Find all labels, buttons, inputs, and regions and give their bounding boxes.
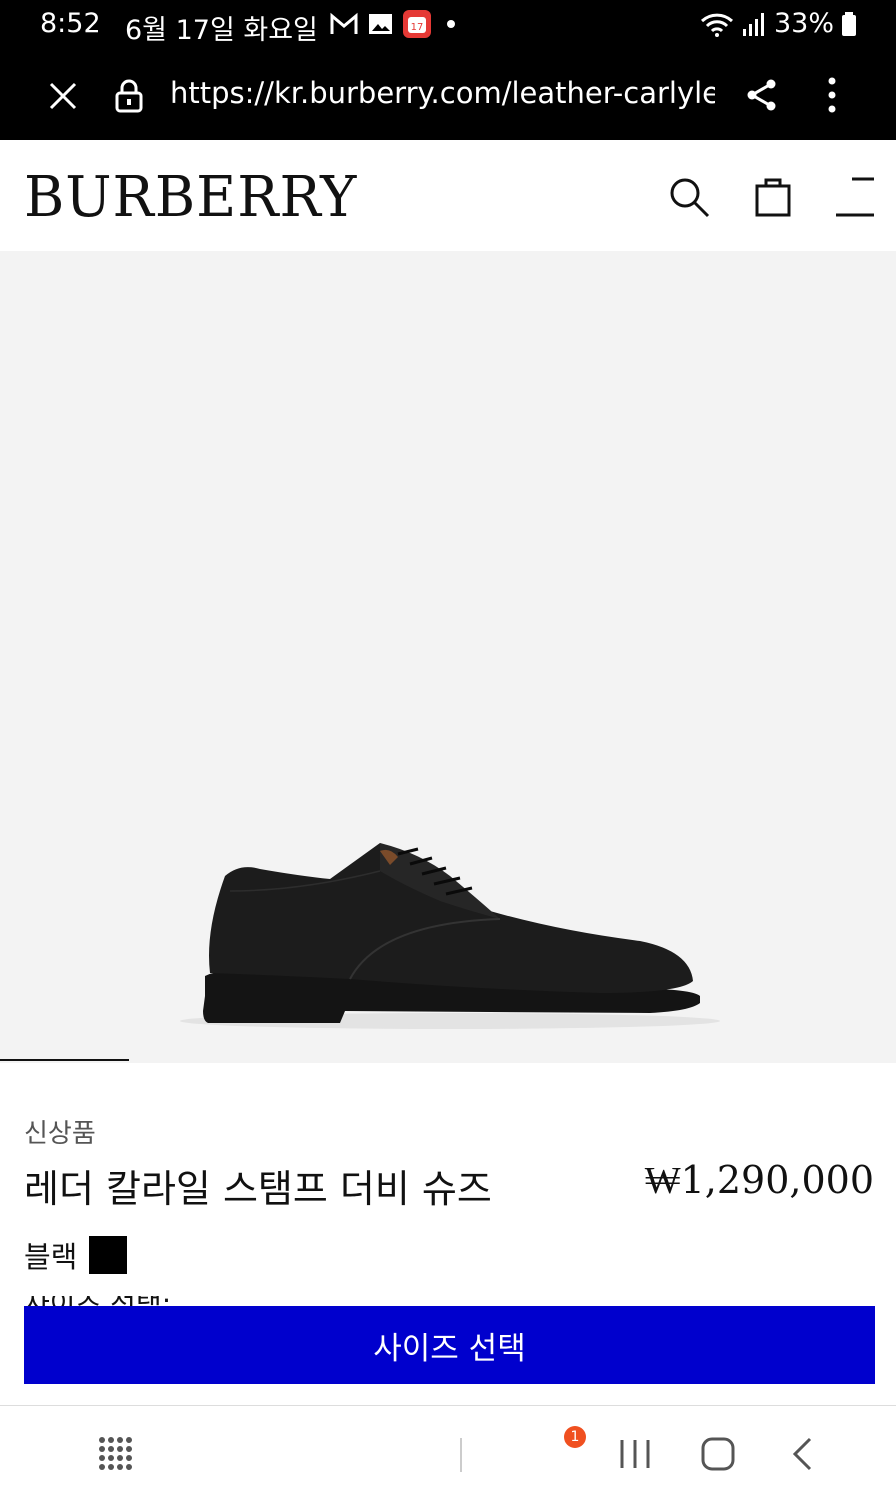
product-name: 레더 칼라일 스탬프 더비 슈즈	[24, 1167, 492, 1211]
color-label: 블랙	[24, 1240, 78, 1274]
browser-toolbar: https://kr.burberry.com/leather-carlyle-	[0, 50, 896, 140]
wifi-icon	[700, 13, 734, 37]
status-bar: 8:52 6월 17일 화요일 17 33%	[0, 0, 896, 50]
status-right: 33%	[700, 8, 856, 39]
color-selector[interactable]: 블랙	[24, 1234, 128, 1276]
share-icon[interactable]	[746, 78, 778, 112]
new-arrival-tag: 신상품	[24, 1119, 96, 1149]
app-dock	[0, 1406, 896, 1500]
size-label: 사이즈 선택:	[24, 1296, 171, 1306]
search-icon[interactable]	[668, 176, 712, 220]
lock-icon[interactable]	[114, 78, 144, 114]
product-price: ₩1,290,000	[644, 1158, 874, 1202]
svg-text:17: 17	[411, 22, 424, 33]
dock-separator	[460, 1438, 462, 1472]
recents-icon[interactable]	[618, 1438, 652, 1470]
menu-icon[interactable]	[834, 176, 876, 218]
notification-badge: 1	[564, 1426, 586, 1448]
home-icon[interactable]	[700, 1436, 736, 1472]
signal-icon	[742, 12, 764, 36]
select-size-button[interactable]: 사이즈 선택	[24, 1306, 875, 1384]
shopping-bag-icon[interactable]	[754, 174, 792, 218]
more-vertical-icon[interactable]	[826, 76, 838, 114]
close-icon[interactable]	[48, 81, 78, 111]
app-drawer-icon[interactable]	[98, 1436, 134, 1472]
carousel-progress	[0, 1059, 130, 1061]
battery-percent: 33%	[773, 8, 834, 39]
status-date: 6월 17일 화요일	[125, 15, 318, 46]
status-time: 8:52	[40, 8, 101, 39]
product-image[interactable]	[0, 251, 896, 1063]
notification-dot-icon	[447, 20, 455, 28]
back-icon[interactable]	[790, 1436, 814, 1472]
gallery-icon	[369, 14, 392, 34]
color-swatch[interactable]	[89, 1236, 128, 1274]
burberry-logo[interactable]: BURBERRY	[24, 165, 357, 230]
calendar-app-icon: 17	[403, 10, 431, 38]
battery-icon	[842, 11, 856, 36]
shoe-image	[180, 843, 720, 1029]
url-field[interactable]: https://kr.burberry.com/leather-carlyle-	[170, 76, 715, 110]
gmail-icon	[330, 12, 358, 34]
